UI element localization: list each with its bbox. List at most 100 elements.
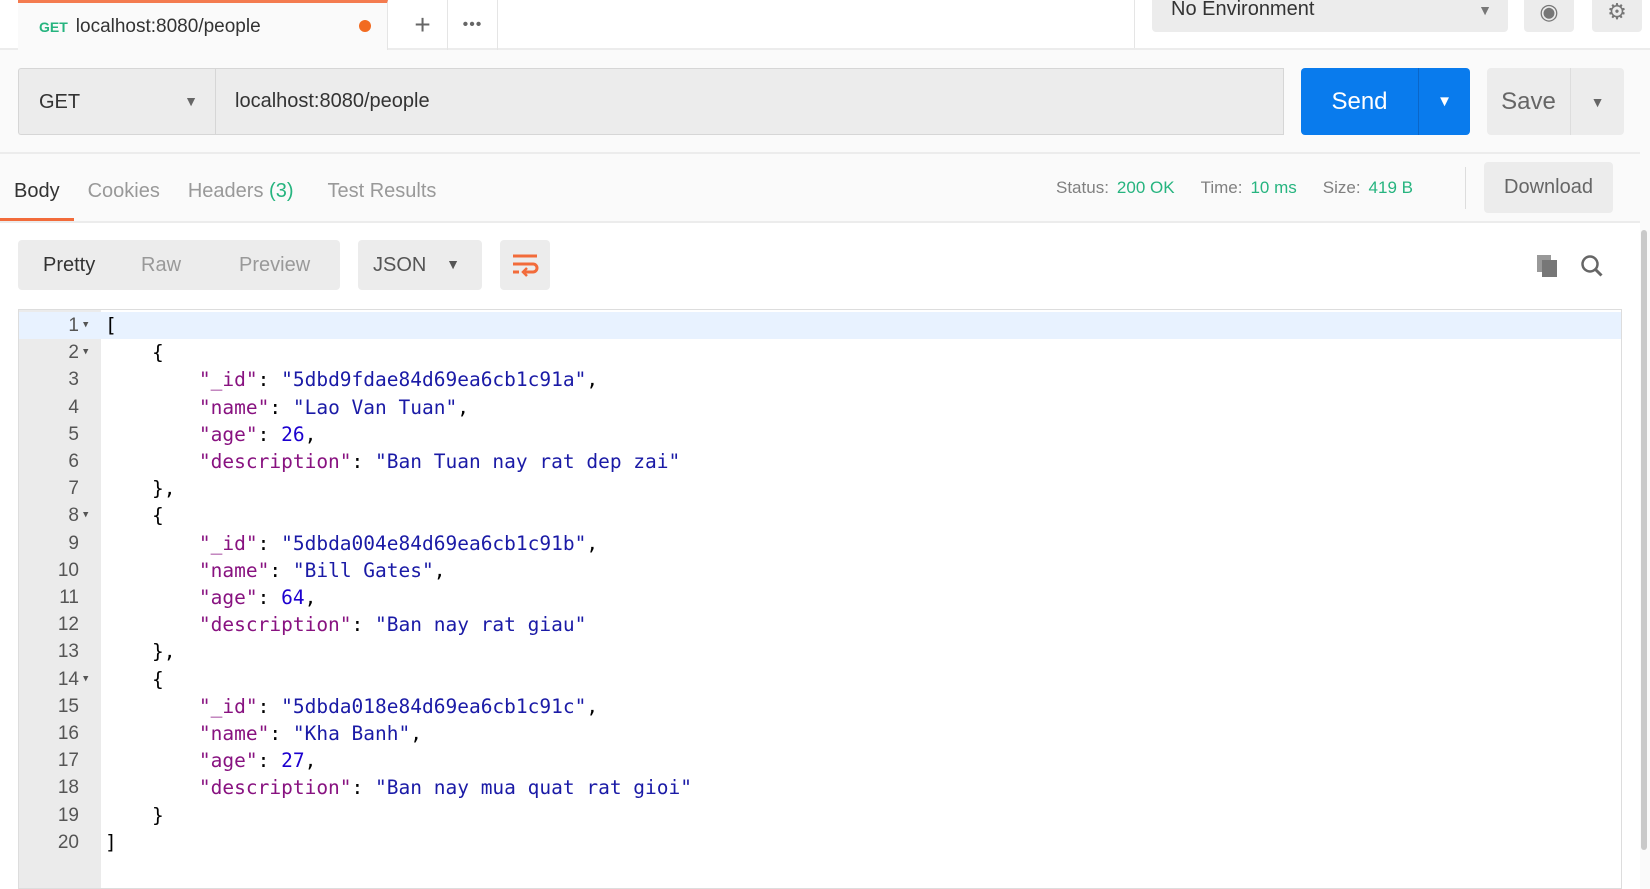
wrap-icon xyxy=(513,254,539,277)
line-number: 7 xyxy=(68,478,79,500)
send-options-chevron-icon[interactable]: ▼ xyxy=(1419,68,1470,135)
code-line: 8 ▼ { xyxy=(19,502,1621,529)
code-line: 11 "age": 64, xyxy=(19,584,1621,611)
format-pretty[interactable]: Pretty xyxy=(18,240,116,290)
fold-arrow-icon[interactable]: ▼ xyxy=(83,339,88,366)
tab-body[interactable]: Body xyxy=(0,170,74,222)
code-text: { xyxy=(105,667,164,691)
code-text: "description": "Ban nay rat giau" xyxy=(198,613,587,637)
code-text: "_id": "5dbd9fdae84d69ea6cb1c91a", xyxy=(198,368,599,392)
code-text: "description": "Ban Tuan nay rat dep zai… xyxy=(198,450,681,473)
tab-test-results[interactable]: Test Results xyxy=(313,170,450,222)
code-text: "_id": "5dbda018e84d69ea6cb1c91c", xyxy=(198,694,599,718)
tab-cookies[interactable]: Cookies xyxy=(74,170,174,222)
line-number: 4 xyxy=(68,396,79,418)
code-text: }, xyxy=(105,640,176,664)
wrap-lines-button[interactable] xyxy=(500,240,550,290)
code-line: 15 "_id": "5dbda018e84d69ea6cb1c91c", xyxy=(19,693,1621,720)
status-label: Status: xyxy=(1056,178,1109,197)
code-line: 3 "_id": "5dbd9fdae84d69ea6cb1c91a", xyxy=(19,366,1621,393)
save-label[interactable]: Save xyxy=(1487,68,1571,135)
request-tab[interactable]: GET localhost:8080/people xyxy=(18,0,388,50)
line-number: 1 xyxy=(68,315,79,336)
code-line: 19 } xyxy=(19,802,1621,829)
format-preview[interactable]: Preview xyxy=(214,240,312,290)
send-label[interactable]: Send xyxy=(1301,68,1419,135)
new-tab-button[interactable]: + xyxy=(398,0,448,50)
copy-icon[interactable] xyxy=(1536,254,1558,278)
line-number: 2 xyxy=(68,342,79,364)
tab-headers[interactable]: Headers (3) xyxy=(174,170,308,222)
download-button[interactable]: Download xyxy=(1484,162,1613,213)
send-button[interactable]: Send ▼ xyxy=(1301,68,1470,135)
code-text: [ xyxy=(105,314,117,337)
code-text: { xyxy=(105,504,164,528)
gear-icon: ⚙ xyxy=(1607,0,1627,24)
chevron-down-icon: ▼ xyxy=(184,93,198,109)
save-options-chevron-icon[interactable]: ▼ xyxy=(1571,68,1624,135)
line-number: 13 xyxy=(57,641,79,663)
more-tabs-button[interactable]: ••• xyxy=(448,0,498,50)
eye-icon: ◉ xyxy=(1539,0,1559,24)
time-label: Time: xyxy=(1200,178,1243,197)
response-tabs: Body Cookies Headers (3) Test Results xyxy=(0,170,450,222)
response-editor[interactable]: 1 ▼[2 ▼ {3 "_id": "5dbd9fdae84d69ea6cb1c91… xyxy=(18,309,1622,889)
code-text: { xyxy=(105,341,164,365)
tab-method: GET xyxy=(39,18,68,35)
line-number: 19 xyxy=(57,804,79,826)
fold-arrow-icon[interactable]: ▼ xyxy=(83,502,88,529)
line-number: 8 xyxy=(68,505,79,527)
line-number: 9 xyxy=(68,532,79,554)
code-text: } xyxy=(105,803,164,827)
chevron-down-icon: ▼ xyxy=(1478,2,1492,18)
settings-button[interactable]: ⚙ xyxy=(1592,0,1642,32)
format-raw[interactable]: Raw xyxy=(116,240,214,290)
chevron-down-icon: ▼ xyxy=(446,256,460,272)
response-meta: Status: 200 OK Time: 10 ms Size: 419 B xyxy=(1056,178,1413,198)
fold-arrow-icon[interactable]: ▼ xyxy=(83,312,88,339)
code-line: 10 "name": "Bill Gates", xyxy=(19,557,1621,584)
environment-select[interactable]: No Environment ▼ xyxy=(1152,0,1508,32)
url-input[interactable]: localhost:8080/people xyxy=(215,68,1284,135)
unsaved-dot-icon xyxy=(359,20,371,32)
code-text: "name": "Kha Banh", xyxy=(198,722,423,745)
code-text: "description": "Ban nay mua quat rat gio… xyxy=(198,776,693,800)
line-number: 12 xyxy=(57,614,79,636)
format-toggle: Pretty Raw Preview xyxy=(18,240,340,290)
code-line: 20] xyxy=(19,829,1621,856)
method-select[interactable]: GET ▼ xyxy=(18,68,216,135)
tab-url: localhost:8080/people xyxy=(75,15,261,37)
search-icon[interactable] xyxy=(1580,254,1604,278)
code-text: "_id": "5dbda004e84d69ea6cb1c91b", xyxy=(198,531,599,555)
code-line: 9 "_id": "5dbda004e84d69ea6cb1c91b", xyxy=(19,530,1621,557)
line-number: 18 xyxy=(57,777,79,799)
line-number: 11 xyxy=(59,587,79,608)
line-number: 6 xyxy=(68,451,79,472)
eye-button[interactable]: ◉ xyxy=(1524,0,1574,32)
code-line: 2 ▼ { xyxy=(19,339,1621,366)
code-line: 1 ▼ [ xyxy=(19,312,1621,340)
save-button[interactable]: Save ▼ xyxy=(1487,68,1624,135)
line-number: 16 xyxy=(57,723,79,744)
code-line: 17 "age": 27, xyxy=(19,747,1621,774)
line-number: 15 xyxy=(57,695,79,717)
code-line: 4 "name": "Lao Van Tuan", xyxy=(19,394,1621,421)
line-number: 3 xyxy=(68,369,79,391)
code-text: "age": 26, xyxy=(198,422,317,446)
size-value: 419 B xyxy=(1368,178,1413,197)
code-line: 5 "age": 26, xyxy=(19,421,1621,448)
code-text: "name": "Lao Van Tuan", xyxy=(198,395,469,419)
scrollbar[interactable] xyxy=(1641,230,1647,850)
code-text: "age": 64, xyxy=(198,586,317,609)
code-line: 18 "description": "Ban nay mua quat rat … xyxy=(19,774,1621,801)
tab-bar: GET localhost:8080/people + ••• No Envir… xyxy=(0,0,1650,50)
method-label: GET xyxy=(39,91,81,113)
code-line: 14 ▼ { xyxy=(19,666,1621,693)
divider xyxy=(0,221,1640,223)
line-number: 20 xyxy=(57,831,79,853)
code-line: 7 }, xyxy=(19,475,1621,502)
divider xyxy=(1134,0,1135,48)
language-select[interactable]: JSON ▼ xyxy=(358,240,482,290)
fold-arrow-icon[interactable]: ▼ xyxy=(83,666,88,693)
code-line: 13 }, xyxy=(19,638,1621,665)
